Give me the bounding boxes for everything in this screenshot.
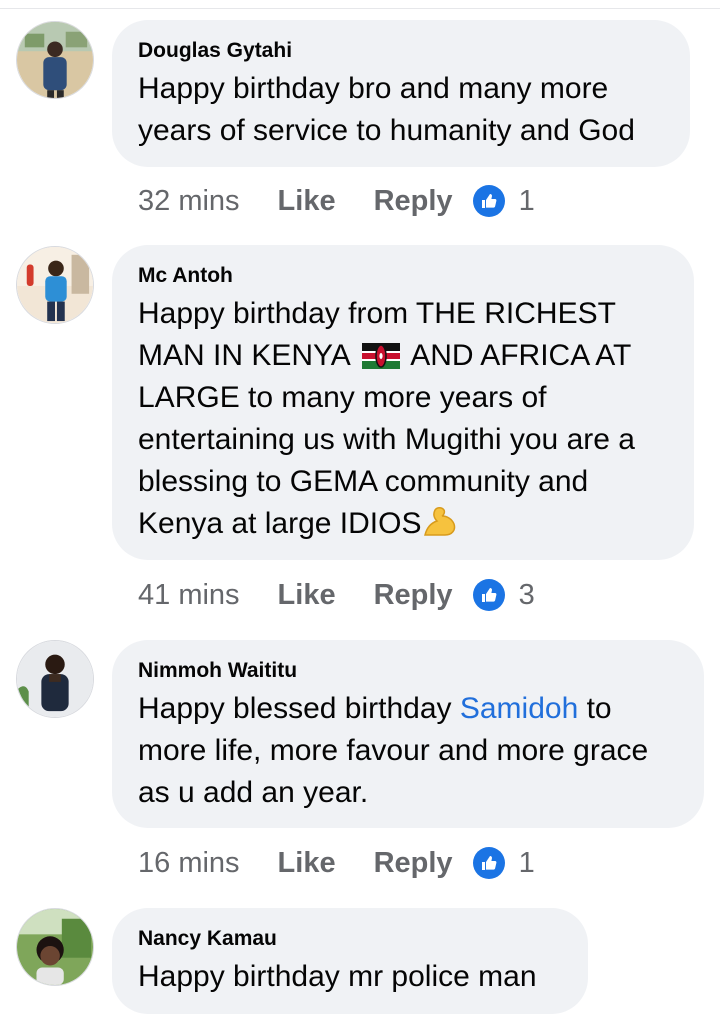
avatar[interactable] — [16, 908, 94, 986]
comment-actions: 32 mins Like Reply 1 — [138, 181, 535, 221]
comment-author[interactable]: Mc Antoh — [138, 263, 668, 289]
avatar[interactable] — [16, 640, 94, 718]
thumbs-up-icon[interactable] — [472, 579, 505, 611]
comment-timestamp[interactable]: 41 mins — [138, 579, 240, 612]
comment-timestamp[interactable]: 32 mins — [138, 185, 240, 218]
avatar[interactable] — [16, 21, 94, 99]
avatar-photo — [17, 909, 93, 985]
comment-text: Happy blessed birthday Samidoh to more l… — [138, 688, 678, 814]
comment-author[interactable]: Nimmoh Waititu — [138, 658, 678, 684]
like-button[interactable]: Like — [278, 847, 336, 880]
comment-bubble: Mc Antoh Happy birthday from THE RICHEST… — [112, 245, 694, 560]
reply-button[interactable]: Reply — [374, 847, 453, 880]
avatar-photo — [17, 247, 93, 323]
comment-bubble: Douglas Gytahi Happy birthday bro and ma… — [112, 20, 690, 167]
reply-button[interactable]: Reply — [374, 579, 453, 612]
thumbs-up-icon[interactable] — [472, 185, 505, 217]
reaction-count[interactable]: 3 — [519, 579, 535, 612]
comment-text: Happy birthday bro and many more years o… — [138, 72, 635, 147]
like-button[interactable]: Like — [278, 185, 336, 218]
reaction-count[interactable]: 1 — [519, 847, 535, 880]
like-button[interactable]: Like — [278, 579, 336, 612]
comment-text-rest: LARGE to many more years of entertaining… — [138, 381, 635, 540]
avatar-photo — [17, 22, 93, 98]
comment-actions: 16 mins Like Reply 1 — [138, 843, 535, 883]
avatar[interactable] — [16, 246, 94, 324]
comment-author[interactable]: Nancy Kamau — [138, 926, 562, 952]
flexed-biceps-emoji — [424, 507, 456, 536]
comment-text-line: Happy birthday from THE RICHEST — [138, 297, 616, 330]
comment-actions: 41 mins Like Reply 3 — [138, 575, 535, 615]
kenya-flag-emoji — [361, 343, 400, 369]
comment-bubble: Nancy Kamau Happy birthday mr police man — [112, 908, 588, 1014]
thumbs-up-icon[interactable] — [472, 847, 505, 879]
comment-text: Happy birthday from THE RICHEST MAN IN K… — [138, 293, 668, 545]
comment-text-line: MAN IN KENYA — [138, 339, 350, 372]
reaction-count[interactable]: 1 — [519, 185, 535, 218]
avatar-photo — [17, 641, 93, 717]
comment-text: Happy birthday mr police man — [138, 960, 537, 993]
comment-text-part: Happy blessed birthday — [138, 692, 460, 725]
comment-author[interactable]: Douglas Gytahi — [138, 38, 664, 64]
comment-bubble: Nimmoh Waititu Happy blessed birthday Sa… — [112, 640, 704, 828]
comment-text-line: AND AFRICA AT — [410, 339, 632, 372]
reply-button[interactable]: Reply — [374, 185, 453, 218]
top-divider — [0, 0, 720, 9]
comment-timestamp[interactable]: 16 mins — [138, 847, 240, 880]
mention-link[interactable]: Samidoh — [460, 692, 578, 725]
